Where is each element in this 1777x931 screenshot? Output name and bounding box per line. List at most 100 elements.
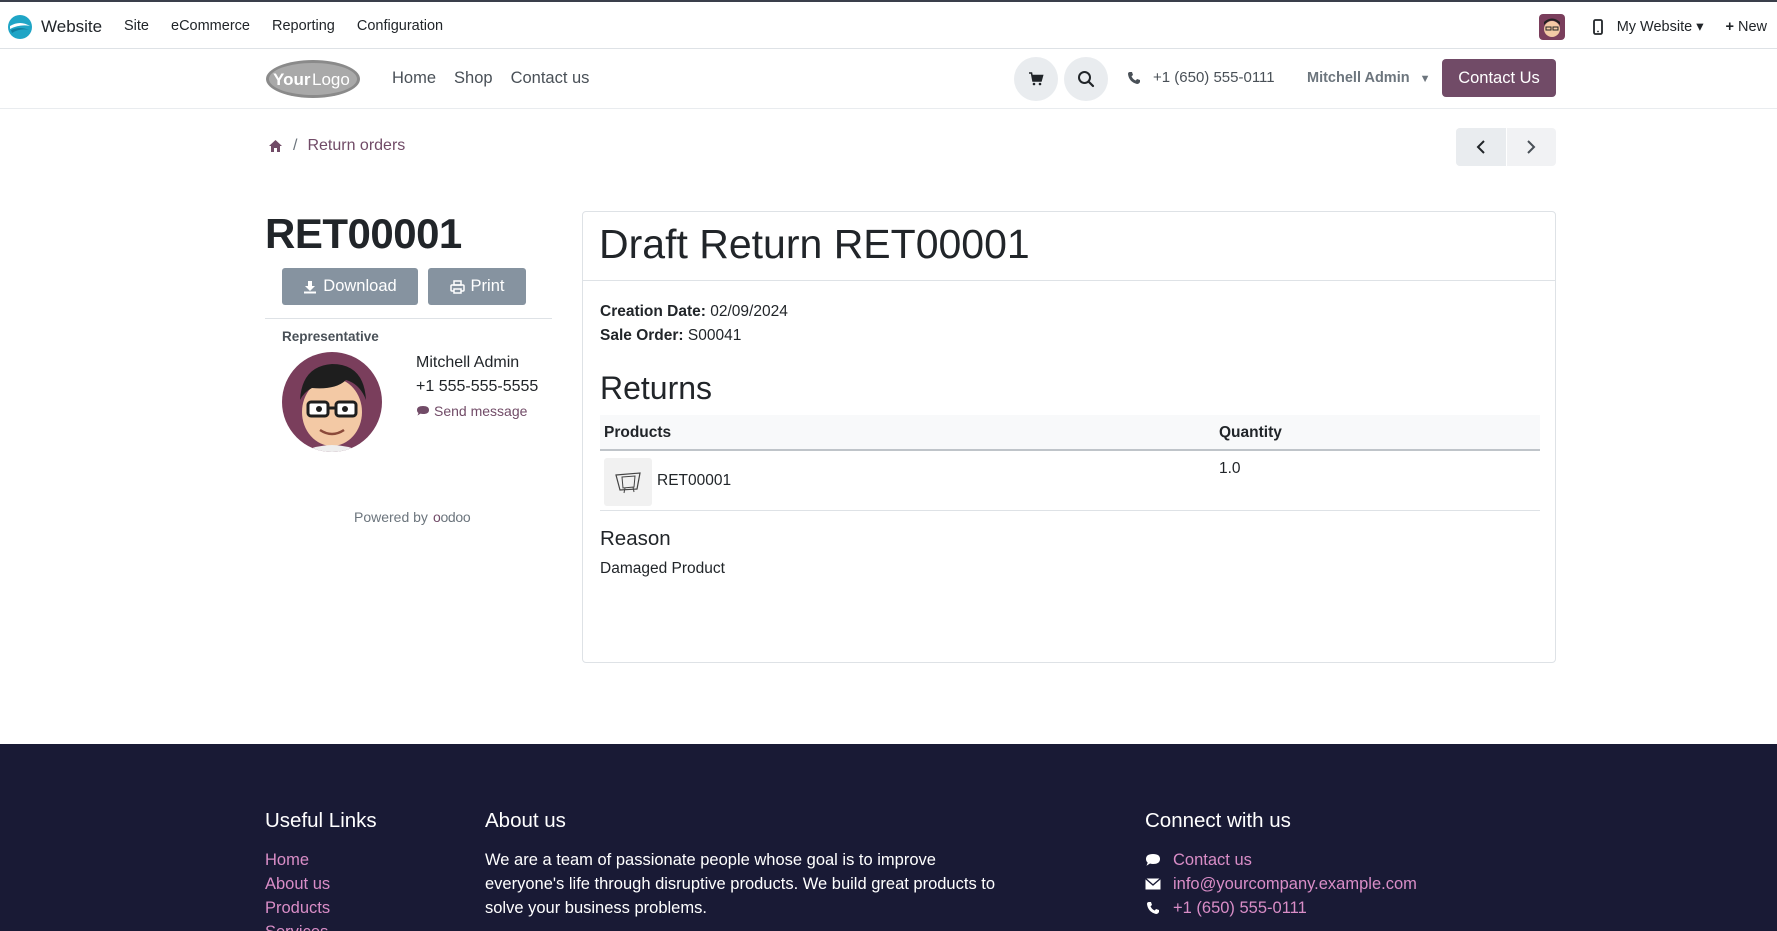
caret-down-icon: ▼: [1419, 73, 1431, 85]
product-image: [604, 458, 652, 506]
breadcrumb-return-orders[interactable]: Return orders: [307, 137, 405, 155]
representative-phone: +1 555-555-5555: [416, 378, 539, 395]
record-pager: [1456, 128, 1556, 166]
send-message-label: Send message: [434, 403, 528, 419]
phone-icon: [1147, 902, 1159, 914]
creation-date-line: Creation Date: 02/09/2024: [600, 300, 788, 324]
document-reference: RET00001: [265, 210, 462, 257]
main-nav: Home Shop Contact us: [392, 69, 607, 88]
comment-icon: [417, 406, 429, 416]
useful-links-heading: Useful Links: [265, 809, 377, 832]
product-quantity: 1.0: [1219, 460, 1241, 477]
company-logo[interactable]: Your Logo: [265, 58, 361, 100]
connect-phone-label: +1 (650) 555-0111: [1173, 899, 1307, 917]
connect-contact[interactable]: Contact us: [1145, 848, 1417, 872]
download-button[interactable]: Download: [282, 268, 418, 305]
table-header: Products Quantity: [600, 415, 1540, 451]
website-selector[interactable]: My Website ▾: [1617, 19, 1704, 35]
representative-avatar: [282, 352, 382, 452]
header-phone-number: +1 (650) 555-0111: [1153, 69, 1275, 86]
new-button[interactable]: + New: [1725, 19, 1767, 35]
connect-phone[interactable]: +1 (650) 555-0111: [1145, 896, 1417, 920]
table-row: RET00001 1.0: [600, 451, 1540, 511]
footer-link-home[interactable]: Home: [265, 848, 330, 872]
user-avatar[interactable]: [1538, 14, 1565, 40]
admin-right-controls: My Website ▾ + New: [1538, 14, 1767, 40]
powered-by: Powered by oodoo: [354, 509, 471, 525]
connect-heading: Connect with us: [1145, 809, 1291, 832]
plus-icon: +: [1725, 19, 1734, 35]
product-name: RET00001: [657, 472, 732, 489]
previous-record-button[interactable]: [1456, 128, 1507, 166]
header-phone[interactable]: +1 (650) 555-0111: [1127, 69, 1275, 86]
menu-site[interactable]: Site: [124, 18, 149, 34]
connect-contact-label: Contact us: [1173, 851, 1252, 869]
reason-heading: Reason: [600, 527, 671, 550]
website-selector-label: My Website: [1616, 19, 1693, 35]
return-card: Draft Return RET00001 Creation Date: 02/…: [582, 211, 1556, 663]
admin-navbar: Website Site eCommerce Reporting Configu…: [0, 0, 1777, 49]
return-title: Draft Return RET00001: [599, 221, 1030, 267]
creation-date-value: 02/09/2024: [710, 303, 788, 320]
download-button-label: Download: [323, 277, 397, 295]
svg-text:Your: Your: [273, 70, 311, 89]
app-brand[interactable]: Website: [7, 14, 102, 40]
send-message-link[interactable]: Send message: [416, 403, 527, 419]
card-header: Draft Return RET00001: [583, 212, 1555, 281]
connect-list: Contact us info@yourcompany.example.com …: [1145, 848, 1417, 920]
connect-email-label: info@yourcompany.example.com: [1173, 875, 1417, 893]
new-button-label: New: [1737, 19, 1767, 35]
sale-order-line: Sale Order: S00041: [600, 324, 788, 348]
chevron-right-icon: [1527, 140, 1536, 154]
print-button[interactable]: Print: [428, 268, 526, 305]
footer-link-services[interactable]: Services: [265, 920, 330, 931]
column-quantity: Quantity: [1219, 424, 1282, 441]
user-dropdown[interactable]: Mitchell Admin ▼: [1307, 70, 1431, 86]
column-products: Products: [604, 424, 672, 441]
contact-us-button[interactable]: Contact Us: [1442, 59, 1556, 97]
breadcrumb-separator: /: [293, 137, 298, 154]
reason-value: Damaged Product: [600, 560, 725, 577]
returns-heading: Returns: [600, 370, 713, 406]
print-button-label: Print: [470, 277, 505, 295]
envelope-icon: [1145, 878, 1161, 890]
site-footer: Useful Links Home About us Products Serv…: [0, 744, 1777, 931]
sale-order-label: Sale Order:: [600, 327, 684, 344]
footer-link-products[interactable]: Products: [265, 896, 330, 920]
breadcrumb: / Return orders: [268, 137, 405, 155]
website-app-icon: [8, 15, 32, 39]
print-icon: [449, 279, 465, 294]
user-dropdown-label: Mitchell Admin: [1307, 70, 1410, 86]
cart-button[interactable]: [1014, 57, 1058, 101]
menu-reporting[interactable]: Reporting: [272, 18, 335, 34]
nav-home[interactable]: Home: [392, 69, 436, 88]
search-button[interactable]: [1064, 57, 1108, 101]
useful-links-list: Home About us Products Services: [265, 848, 330, 931]
sidebar-divider: [265, 318, 552, 319]
phone-icon: [1128, 71, 1140, 84]
connect-email[interactable]: info@yourcompany.example.com: [1145, 872, 1417, 896]
menu-ecommerce[interactable]: eCommerce: [171, 18, 250, 34]
nav-shop[interactable]: Shop: [454, 69, 493, 88]
app-name: Website: [41, 17, 103, 36]
footer-link-about-us[interactable]: About us: [265, 872, 330, 896]
nav-contact-us[interactable]: Contact us: [511, 69, 590, 88]
return-info: Creation Date: 02/09/2024 Sale Order: S0…: [600, 300, 788, 348]
powered-by-label: Powered by: [354, 509, 428, 525]
next-record-button[interactable]: [1507, 128, 1557, 166]
odoo-logo[interactable]: oodoo: [433, 509, 471, 525]
caret-down-icon: ▾: [1696, 19, 1704, 35]
home-icon[interactable]: [268, 139, 283, 153]
website-header: Your Logo Home Shop Contact us +1 (650) …: [0, 49, 1777, 109]
returns-table: Products Quantity RET00001 1.0: [600, 415, 1540, 511]
representative-name: Mitchell Admin: [416, 354, 520, 371]
search-icon: [1078, 71, 1095, 88]
odoo-logo-text: odoo: [440, 509, 471, 525]
download-icon: [304, 280, 317, 293]
representative-label: Representative: [282, 329, 379, 344]
mobile-preview-icon[interactable]: [1589, 18, 1607, 36]
comment-icon: [1146, 854, 1160, 866]
about-text: We are a team of passionate people whose…: [485, 851, 996, 917]
admin-menu: Site eCommerce Reporting Configuration: [124, 18, 465, 34]
menu-configuration[interactable]: Configuration: [357, 18, 443, 34]
